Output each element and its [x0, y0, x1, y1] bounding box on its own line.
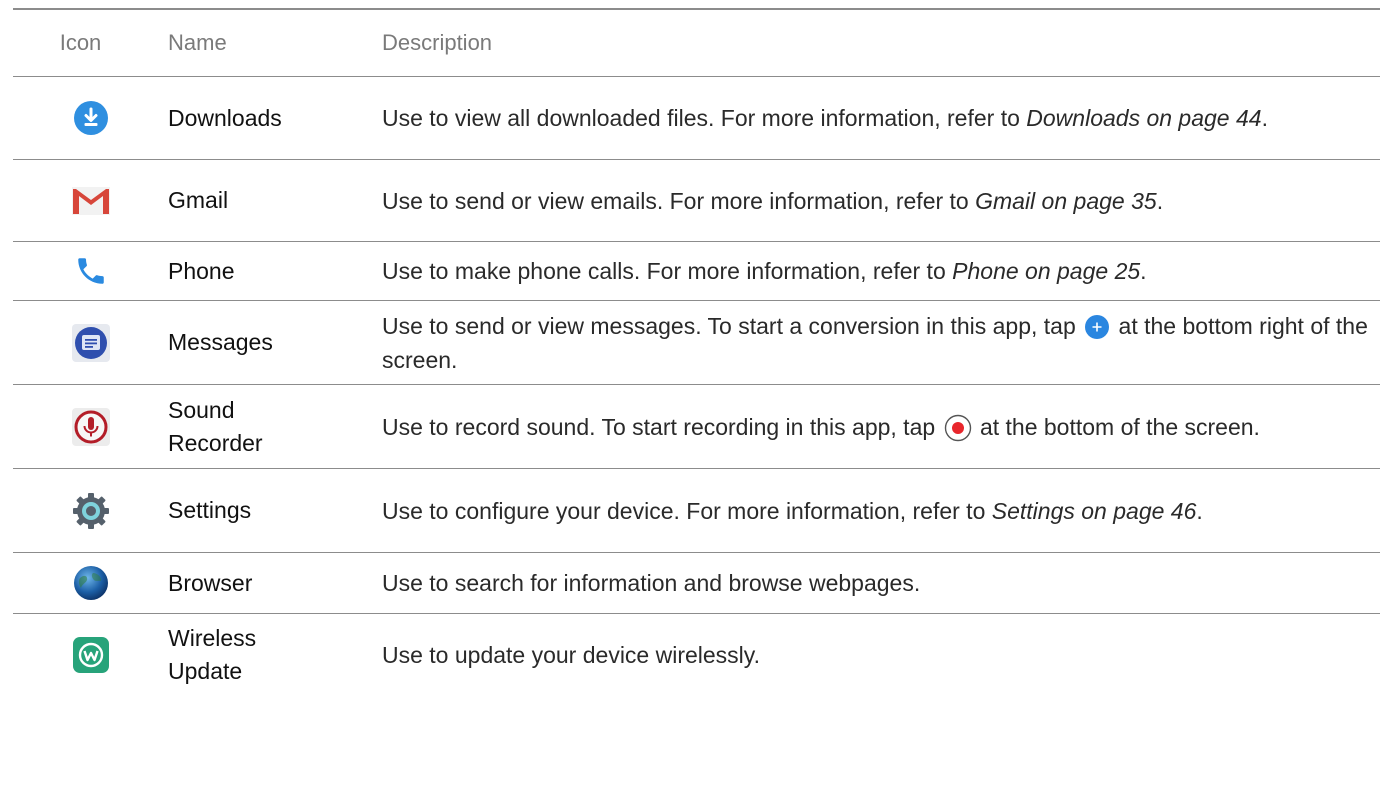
header-icon: Icon [59, 30, 102, 55]
table-row: Messages Use to send or view messages. T… [13, 301, 1380, 385]
page-reference[interactable]: Settings on page 46 [992, 498, 1197, 524]
app-description: Use to update your device wirelessly. [382, 642, 760, 668]
app-name: Downloads [168, 104, 282, 131]
app-description: Use to configure your device. For more i… [382, 497, 1203, 524]
app-name: Wireless Update [168, 625, 257, 684]
browser-icon [73, 566, 108, 600]
app-description: Use to send or view messages. To start a… [382, 312, 1368, 373]
table-row: Downloads Use to view all downloaded fil… [13, 77, 1380, 160]
app-name: Gmail [168, 187, 229, 213]
messages-icon [71, 323, 110, 362]
page-reference[interactable]: Gmail on page 35 [975, 188, 1157, 214]
wireless-update-icon [72, 637, 109, 673]
app-description: Use to search for information and browse… [382, 570, 921, 596]
header-description: Description [382, 30, 493, 55]
app-description: Use to record sound. To start recording … [382, 410, 1380, 444]
app-name: Phone [168, 257, 235, 284]
app-name: Messages [168, 329, 273, 355]
table-row: Phone Use to make phone calls. For more … [13, 242, 1380, 301]
app-name: Sound Recorder [168, 396, 263, 456]
table-row: Settings Use to configure your device. F… [13, 469, 1380, 553]
table-header: Icon Name Description [13, 10, 1380, 77]
app-description: Use to view all downloaded files. For mo… [382, 105, 1268, 131]
table-row: Browser Use to search for information an… [13, 553, 1380, 614]
record-icon [944, 415, 971, 442]
app-table: Icon Name Description Downloads Use to v… [13, 8, 1380, 696]
app-description: Use to send or view emails. For more inf… [382, 187, 1164, 214]
header-name: Name [168, 30, 227, 55]
add-conversation-icon [1085, 315, 1110, 340]
settings-icon [72, 492, 109, 529]
phone-icon [77, 258, 104, 284]
app-name: Settings [168, 497, 252, 523]
page-reference[interactable]: Phone on page 25 [952, 258, 1140, 284]
table-row: Wireless Update Use to update your devic… [13, 614, 1380, 696]
sound-recorder-icon [71, 407, 110, 446]
app-name: Browser [168, 569, 253, 596]
table-row: Sound Recorder Use to record sound. To s… [13, 385, 1380, 469]
page-reference[interactable]: Downloads on page 44 [1026, 105, 1261, 131]
table-row: Gmail Use to send or view emails. For mo… [13, 160, 1380, 242]
app-description: Use to make phone calls. For more inform… [382, 258, 1147, 284]
gmail-icon [71, 186, 110, 215]
downloads-icon [73, 101, 108, 135]
